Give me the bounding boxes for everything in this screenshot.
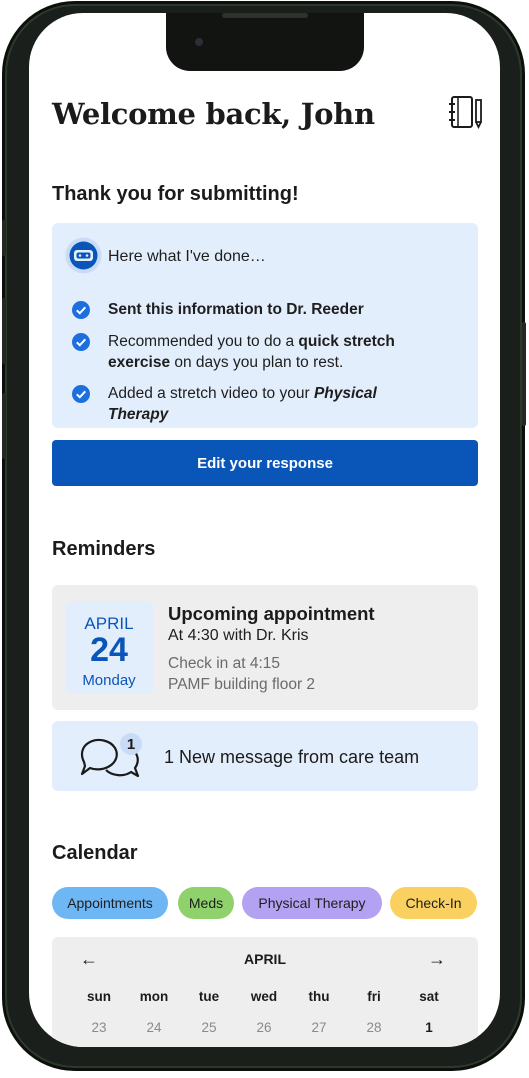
calendar-day[interactable]: 27 xyxy=(299,1020,339,1035)
submission-title: Thank you for submitting! xyxy=(52,183,299,205)
volume-down-button xyxy=(2,298,6,364)
page-title: Welcome back, John xyxy=(52,97,375,131)
appointment-checkin: Check in at 4:15 xyxy=(168,655,281,672)
check-circle-icon xyxy=(72,333,90,351)
weekday-header: sun xyxy=(86,989,111,1004)
submission-summary-card: Here what I've done… Sent this informati… xyxy=(52,223,478,428)
calendar-day[interactable]: 25 xyxy=(189,1020,229,1035)
done-item-text: Added a stretch video to your Physical T… xyxy=(108,385,377,423)
mute-switch xyxy=(2,393,6,459)
calendar-day[interactable]: 23 xyxy=(79,1020,119,1035)
chat-bubbles-icon: 1 xyxy=(80,733,142,778)
calendar-day[interactable]: 26 xyxy=(244,1020,284,1035)
calendar-day[interactable]: 1 xyxy=(409,1020,449,1035)
check-circle-icon xyxy=(72,385,90,403)
assistant-bot-icon xyxy=(65,237,102,274)
message-badge-count: 1 xyxy=(127,736,135,753)
summary-intro: Here what I've done… xyxy=(108,248,266,265)
done-item-text: Sent this information to Dr. Reeder xyxy=(108,301,364,318)
notebook-pencil-icon[interactable] xyxy=(448,95,484,129)
new-message-text: 1 New message from care team xyxy=(164,747,420,767)
filter-appointments[interactable]: Appointments xyxy=(52,887,168,919)
appointment-weekday: Monday xyxy=(82,672,136,689)
weekday-header: fri xyxy=(367,989,381,1004)
calendar-title: Calendar xyxy=(52,842,138,864)
done-item-text: Recommended you to do a quick stretch ex… xyxy=(108,333,395,371)
speaker-grille xyxy=(222,13,308,18)
check-circle-icon xyxy=(72,301,90,319)
weekday-header: thu xyxy=(308,989,330,1004)
weekday-header: mon xyxy=(139,989,169,1004)
calendar-day[interactable]: 28 xyxy=(354,1020,394,1035)
appointment-day: 24 xyxy=(90,631,128,669)
calendar-day[interactable]: 24 xyxy=(134,1020,174,1035)
weekday-header: wed xyxy=(250,989,278,1004)
calendar-next-arrow-icon[interactable]: → xyxy=(428,949,446,970)
new-message-card[interactable]: 1 1 New message from care team xyxy=(52,721,478,791)
appointment-time: At 4:30 with Dr. Kris xyxy=(168,627,309,644)
volume-up-button xyxy=(2,220,6,256)
calendar-month: APRIL xyxy=(244,951,286,967)
front-camera xyxy=(195,38,203,46)
filter-physical-therapy[interactable]: Physical Therapy xyxy=(242,887,382,919)
filter-meds[interactable]: Meds xyxy=(178,887,234,919)
filter-check-in[interactable]: Check-In xyxy=(390,887,477,919)
appointment-title: Upcoming appointment xyxy=(168,603,375,624)
notch xyxy=(166,13,364,71)
appointment-date: APRIL 24 Monday xyxy=(65,601,153,694)
edit-response-button[interactable]: Edit your response xyxy=(52,440,478,486)
appointment-reminder-card[interactable]: APRIL 24 Monday Upcoming appointment At … xyxy=(52,585,478,710)
reminders-title: Reminders xyxy=(52,538,156,560)
phone-screen: Welcome back, John Thank you for submitt… xyxy=(29,13,500,1047)
calendar-widget: ← APRIL → sun mon tue wed thu fri sat 23… xyxy=(52,937,478,1047)
weekday-header: tue xyxy=(198,989,220,1004)
appointment-location: PAMF building floor 2 xyxy=(168,676,316,693)
weekday-header: sat xyxy=(419,989,439,1004)
power-button xyxy=(522,322,526,426)
